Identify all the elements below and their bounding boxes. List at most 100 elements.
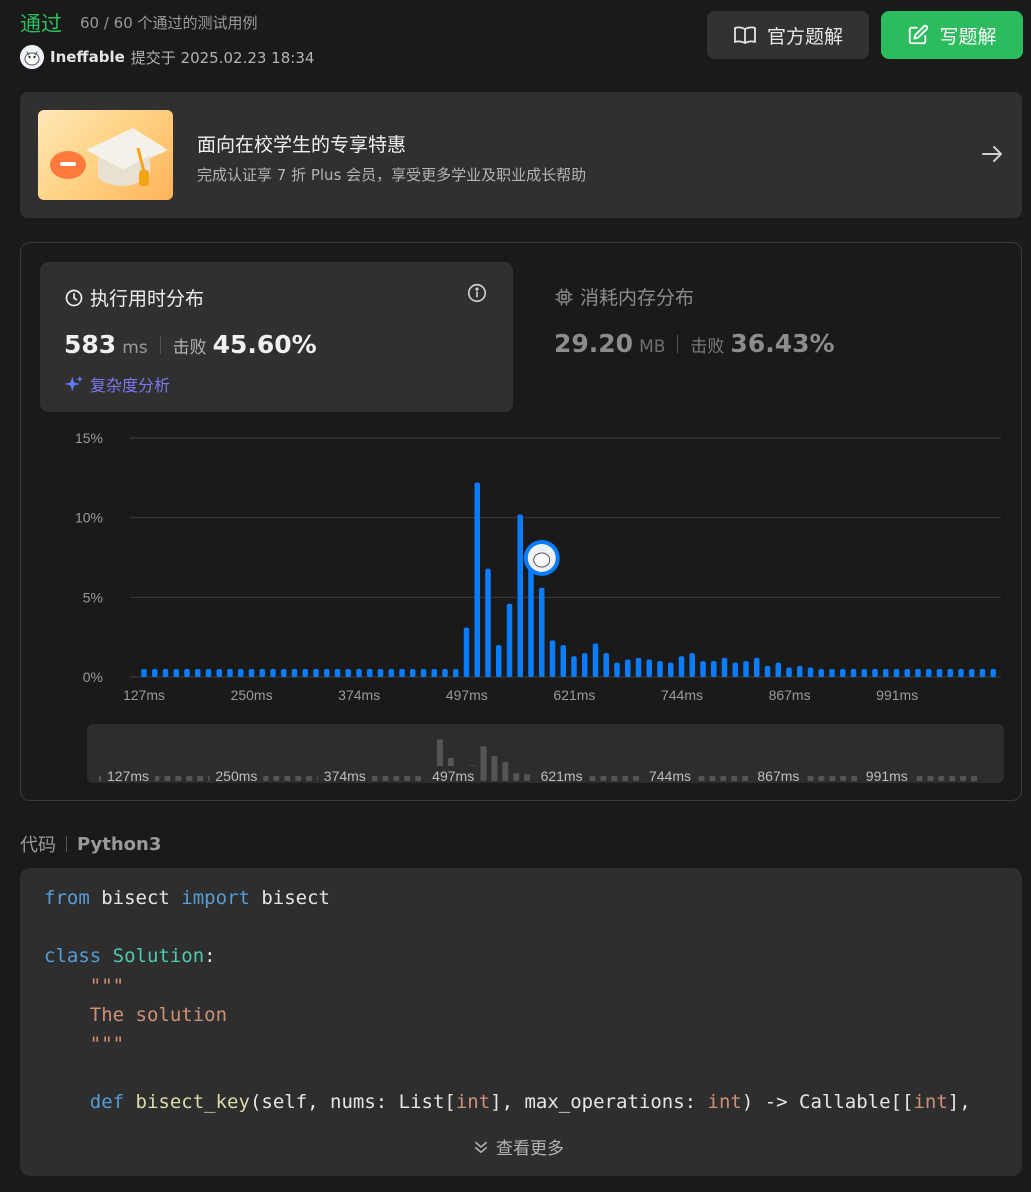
chart-range-minimap[interactable]: 127ms 250ms 374ms 497ms 621ms 744ms 867ms 991ms (87, 724, 1004, 783)
chart-bar[interactable] (453, 669, 459, 677)
chart-bar[interactable] (571, 656, 577, 677)
user-position-marker[interactable] (523, 540, 560, 576)
chart-bar[interactable] (227, 669, 233, 677)
chart-bar[interactable] (582, 653, 588, 677)
chart-bar[interactable] (173, 669, 180, 677)
chart-bar[interactable] (936, 669, 943, 677)
x-tick-label: 497ms (446, 687, 488, 703)
chart-bar[interactable] (764, 665, 771, 677)
chart-bar[interactable] (893, 669, 900, 677)
chart-bar[interactable] (904, 669, 911, 677)
chart-bar[interactable] (216, 669, 223, 677)
chart-bar[interactable] (367, 669, 373, 677)
chart-bar[interactable] (979, 669, 986, 677)
chart-bar[interactable] (377, 669, 384, 677)
chart-bar[interactable] (592, 643, 599, 677)
chart-bar[interactable] (324, 669, 330, 677)
chart-bar[interactable] (205, 669, 212, 677)
runtime-card[interactable]: 执行用时分布 583 ms 击败 45.60% 复杂度分析 (40, 262, 513, 412)
chart-bar[interactable] (829, 669, 835, 677)
promo-banner[interactable]: 面向在校学生的专享特惠 完成认证享 7 折 Plus 会员，享受更多学业及职业成… (20, 92, 1022, 218)
chart-bar[interactable] (281, 669, 287, 677)
chart-bar[interactable] (388, 669, 395, 677)
chart-bar[interactable] (399, 669, 405, 677)
chart-bar[interactable] (990, 669, 997, 677)
chart-bar[interactable] (700, 661, 706, 677)
chart-bar[interactable] (539, 587, 545, 677)
chart-bar[interactable] (958, 669, 964, 677)
chart-bar[interactable] (872, 669, 878, 677)
chart-bar[interactable] (603, 653, 610, 677)
chart-bar[interactable] (732, 662, 739, 677)
chart-bar[interactable] (162, 669, 169, 677)
chart-bar[interactable] (818, 669, 825, 677)
chart-bar[interactable] (195, 669, 201, 677)
chart-bar[interactable] (410, 669, 416, 677)
chart-bar[interactable] (625, 659, 631, 677)
minimap-bar (622, 776, 629, 781)
chart-bar[interactable] (614, 662, 620, 677)
chart-bar[interactable] (463, 627, 470, 677)
chart-bar[interactable] (711, 661, 717, 677)
chart-bar[interactable] (754, 657, 760, 677)
chart-bar[interactable] (678, 656, 685, 677)
chart-bar[interactable] (184, 669, 190, 677)
x-tick-label: 744ms (661, 687, 703, 703)
chart-bar[interactable] (969, 669, 975, 677)
chart-bar[interactable] (334, 669, 341, 677)
official-solution-button[interactable]: 官方题解 (707, 11, 869, 59)
chart-bar[interactable] (689, 653, 696, 677)
chart-bar[interactable] (861, 669, 868, 677)
chart-bar[interactable] (786, 667, 792, 677)
chart-bar[interactable] (356, 669, 362, 677)
chart-bar[interactable] (141, 669, 147, 677)
chart-bar[interactable] (496, 645, 502, 677)
chart-bar[interactable] (259, 669, 266, 677)
code-viewer[interactable]: from bisect import bisect class Solution… (20, 868, 1022, 1176)
chart-bar[interactable] (915, 669, 921, 677)
chart-bar[interactable] (775, 662, 782, 677)
chart-bar[interactable] (560, 645, 567, 677)
chart-bar[interactable] (431, 669, 438, 677)
minimap-bar (829, 776, 836, 781)
chart-bar[interactable] (743, 661, 749, 677)
chart-bar[interactable] (668, 662, 674, 677)
chart-bar[interactable] (807, 667, 814, 677)
info-icon[interactable] (466, 282, 488, 304)
minimap-bar (524, 774, 531, 781)
chart-bar[interactable] (474, 482, 481, 677)
chart-bar[interactable] (238, 669, 244, 677)
chart-bar[interactable] (313, 669, 319, 677)
chart-bar[interactable] (549, 640, 556, 677)
chart-bar[interactable] (657, 661, 663, 677)
memory-title[interactable]: 消耗内存分布 (554, 283, 694, 310)
show-more-button[interactable]: 查看更多 (472, 1134, 564, 1159)
chart-bar[interactable] (850, 669, 857, 677)
chart-bar[interactable] (883, 669, 889, 677)
chart-bar[interactable] (302, 669, 309, 677)
chart-bar[interactable] (721, 657, 728, 677)
chart-bar[interactable] (270, 669, 276, 677)
arrow-right-icon[interactable] (980, 142, 1004, 166)
complexity-analysis-link[interactable]: 复杂度分析 (64, 372, 170, 396)
chart-bar[interactable] (345, 669, 352, 677)
chart-bar[interactable] (442, 669, 448, 677)
avatar[interactable] (20, 45, 44, 69)
runtime-distribution-chart[interactable]: 0% 5% 10% 15% 127ms 250ms 374ms 497ms 621ms 744ms… (41, 423, 1001, 703)
chart-bar[interactable] (926, 669, 932, 677)
chart-bar[interactable] (152, 669, 158, 677)
chart-bar[interactable] (517, 514, 524, 677)
chart-bar[interactable] (635, 657, 642, 677)
chart-bar[interactable] (797, 665, 803, 677)
username-link[interactable]: Ineffable (50, 48, 125, 66)
chart-bar[interactable] (506, 603, 513, 677)
write-solution-button[interactable]: 写题解 (881, 11, 1023, 59)
chart-bar[interactable] (420, 669, 427, 677)
chart-bar[interactable] (947, 669, 954, 677)
chart-bar[interactable] (248, 669, 255, 677)
chart-bar[interactable] (528, 560, 534, 677)
chart-bar[interactable] (485, 568, 491, 677)
chart-bar[interactable] (840, 669, 846, 677)
chart-bar[interactable] (291, 669, 298, 677)
chart-bar[interactable] (646, 659, 653, 677)
